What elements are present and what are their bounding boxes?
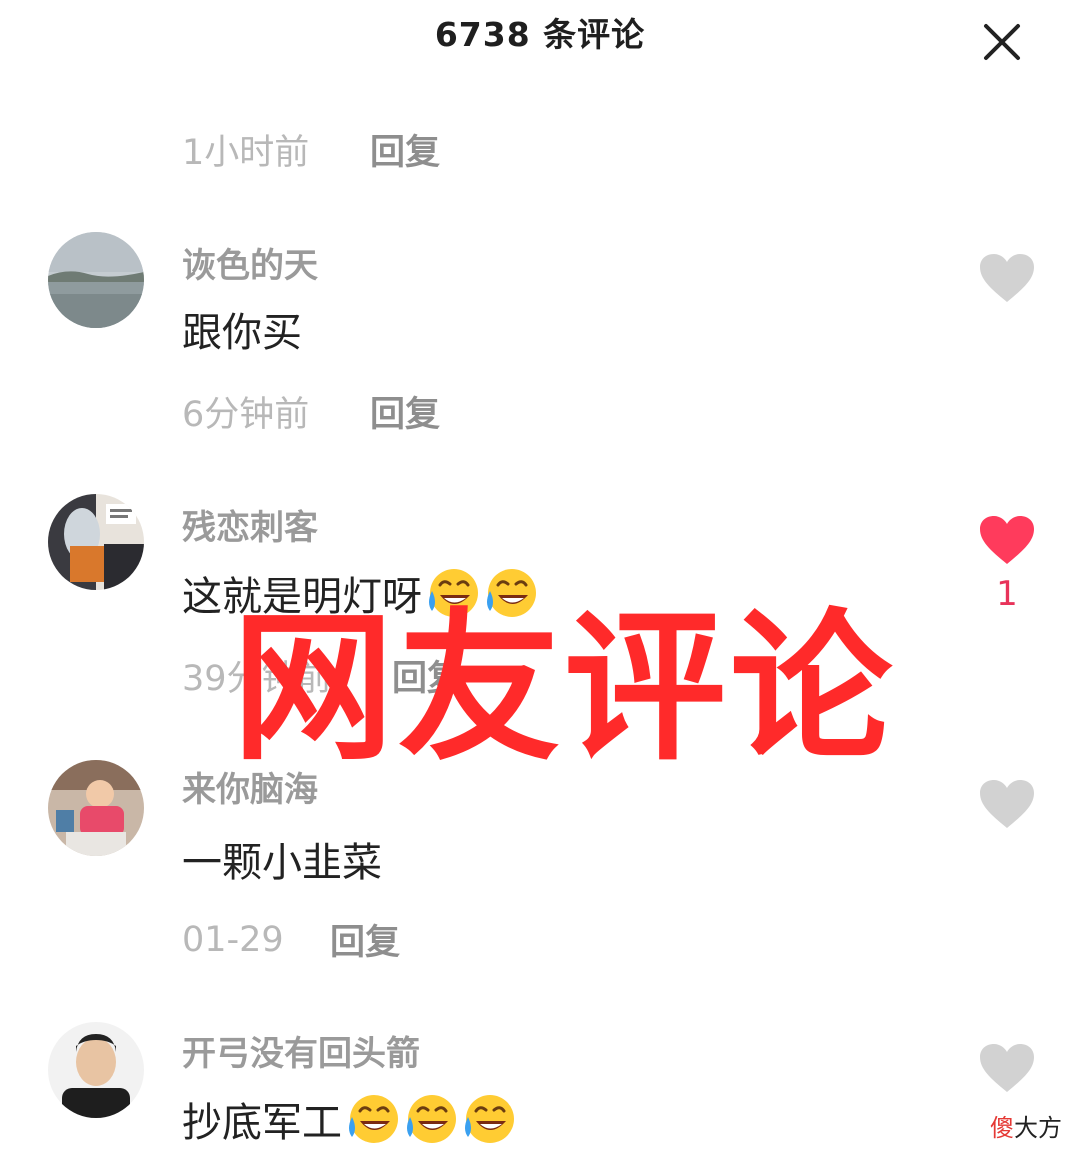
signature-rest: 大方 [1014, 1114, 1062, 1142]
signature-first-char: 傻 [990, 1114, 1014, 1142]
heart-icon [980, 780, 1034, 828]
author-signature: 傻大方 [990, 1108, 1062, 1143]
laughing-crying-emoji-icon [402, 1091, 458, 1147]
like-button[interactable] [978, 252, 1036, 304]
like-button[interactable] [978, 778, 1036, 830]
comment-count-title: 6738 条评论 [434, 15, 646, 54]
reply-button[interactable]: 回复 [330, 914, 400, 965]
reply-button[interactable]: 回复 [370, 124, 440, 175]
like-count: 1 [996, 574, 1018, 614]
comment-meta: 1小时前 回复 [182, 124, 440, 175]
avatar-man-image [48, 1022, 144, 1118]
comment-time: 6分钟前 [182, 395, 310, 435]
avatar[interactable] [48, 760, 144, 856]
like-button[interactable] [978, 1042, 1036, 1094]
reply-button[interactable]: 回复 [370, 386, 440, 437]
comment-time: 01-29 [182, 919, 284, 960]
heart-icon [980, 516, 1034, 564]
username[interactable]: 诙色的天 [182, 238, 318, 287]
comment-text: 抄底军工 [182, 1090, 516, 1148]
comment-text-content: 跟你买 [182, 310, 302, 356]
comment-meta: 01-29 回复 [182, 914, 400, 965]
overlay-caption: 网友评论 [232, 595, 896, 783]
avatar-person-image [48, 760, 144, 856]
username[interactable]: 开弓没有回头箭 [182, 1026, 420, 1075]
avatar[interactable] [48, 232, 144, 328]
laughing-crying-emoji-icon [344, 1091, 400, 1147]
username[interactable]: 残恋刺客 [182, 500, 318, 549]
comment-meta: 6分钟前 回复 [182, 386, 440, 437]
laughing-crying-emoji-icon [460, 1091, 516, 1147]
avatar-lake-image [48, 232, 144, 328]
comment-text: 跟你买 [182, 300, 302, 358]
avatar[interactable] [48, 494, 144, 590]
comment-text-content: 一颗小韭菜 [182, 840, 382, 886]
comment-text-content: 抄底军工 [182, 1100, 342, 1146]
close-icon [984, 24, 1020, 60]
comment-time: 1小时前 [182, 133, 310, 173]
close-button[interactable] [980, 20, 1024, 64]
avatar-comic-image [48, 494, 144, 590]
like-button[interactable] [978, 514, 1036, 566]
avatar[interactable] [48, 1022, 144, 1118]
comment-text: 一颗小韭菜 [182, 830, 382, 888]
heart-icon [980, 254, 1034, 302]
heart-icon [980, 1044, 1034, 1092]
